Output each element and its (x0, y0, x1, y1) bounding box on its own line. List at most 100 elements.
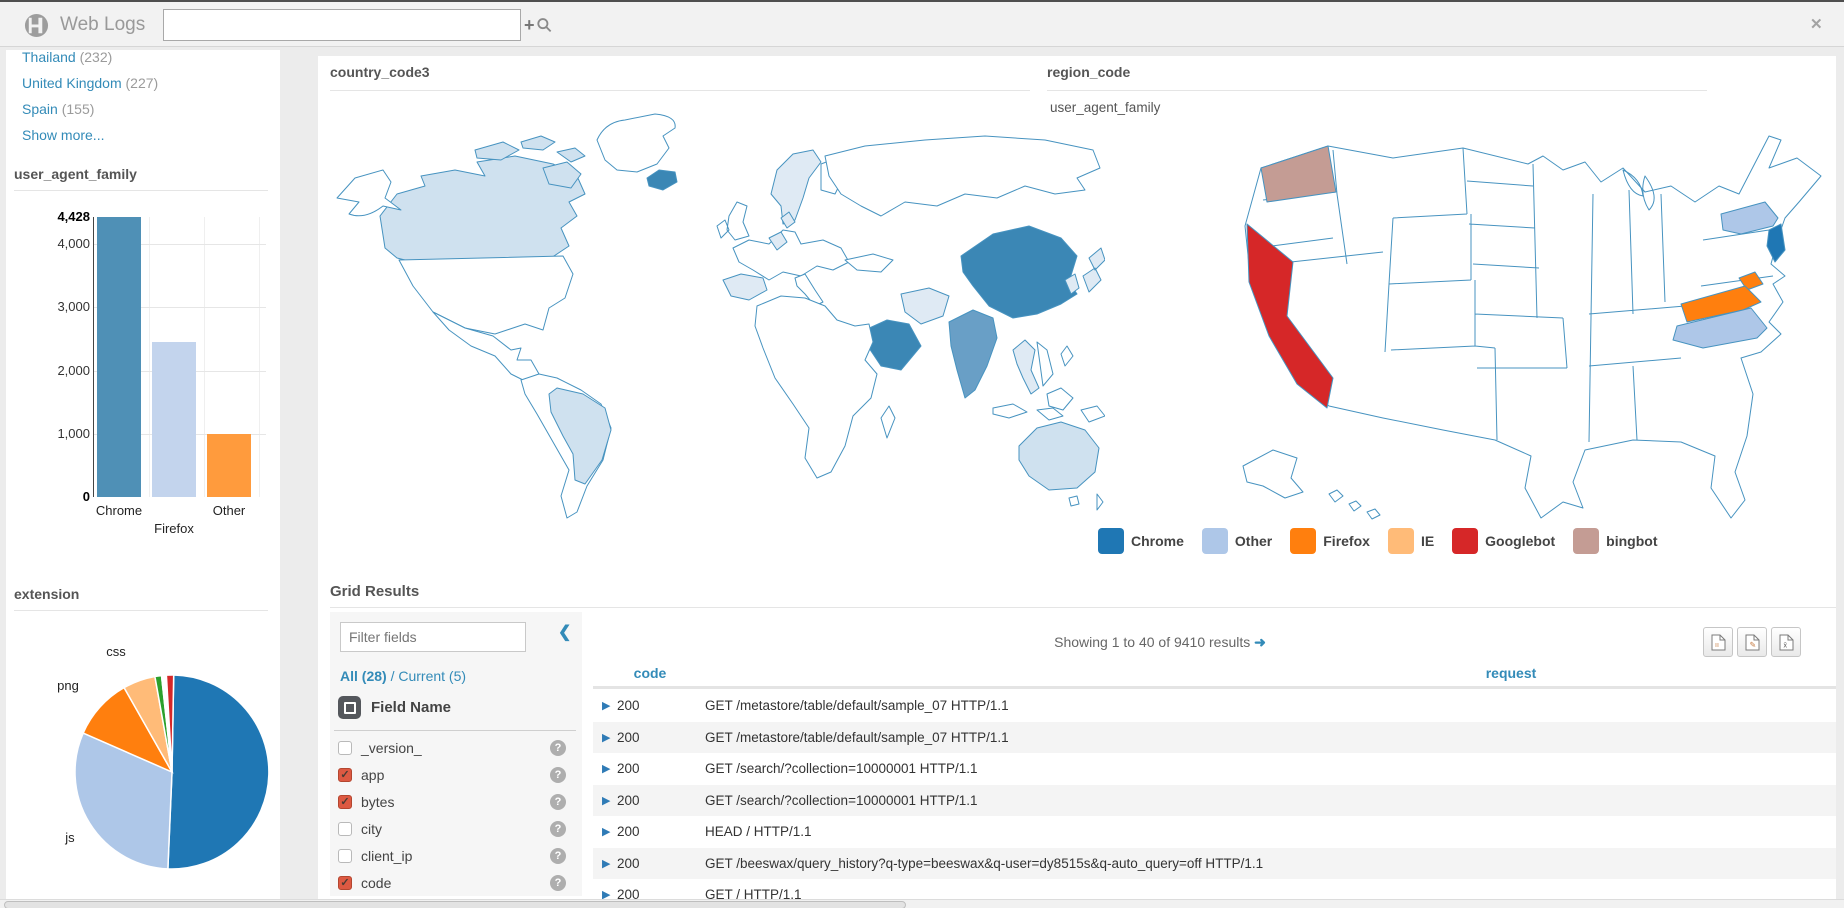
state-washington[interactable] (1261, 146, 1336, 202)
filter-fields-input[interactable] (340, 622, 526, 652)
state-hawaii-inset[interactable] (1329, 490, 1380, 519)
facet-count: (232) (80, 49, 113, 65)
country-philippines[interactable] (1061, 346, 1073, 366)
export-json-button[interactable]: ✎ (1737, 627, 1767, 657)
search-input[interactable] (163, 9, 521, 41)
facet-item[interactable]: Thailand (232) (22, 44, 262, 70)
topbar: Web Logs + ✕ (0, 0, 1844, 47)
legend-swatch (1573, 528, 1599, 554)
svg-text:✎: ✎ (1749, 640, 1756, 649)
expand-row-icon[interactable]: ▶ (602, 794, 612, 807)
pie-slice-s0[interactable] (168, 675, 269, 869)
facet-item[interactable]: Show more... (22, 122, 262, 148)
add-search-button[interactable]: + (518, 12, 558, 38)
facet-item[interactable]: Spain (155) (22, 96, 262, 122)
field-checkbox[interactable]: ✓ (338, 741, 352, 755)
country-madagascar[interactable] (881, 406, 895, 438)
export-xls-button[interactable]: x̄ (1771, 627, 1801, 657)
bar-Other[interactable] (207, 434, 251, 497)
column-header-code[interactable]: code (615, 665, 685, 681)
facet-link[interactable]: Spain (22, 101, 58, 117)
world-choropleth-map[interactable] (325, 98, 1105, 543)
field-checkbox[interactable]: ✓ (338, 849, 352, 863)
country-china[interactable] (961, 226, 1077, 318)
tab-all-fields[interactable]: All (28) (340, 668, 387, 684)
country-india[interactable] (949, 310, 997, 398)
table-row[interactable]: ▶ 200 GET /beeswax/query_history?q-type=… (593, 848, 1836, 880)
country-tasmania-nz[interactable] (1069, 494, 1103, 510)
expand-row-icon[interactable]: ▶ (602, 731, 612, 744)
export-csv-button[interactable]: ıı (1703, 627, 1733, 657)
country-iceland[interactable] (647, 170, 677, 190)
state-alaska-inset[interactable] (1243, 450, 1303, 498)
us-map-sublabel: user_agent_family (1050, 100, 1160, 115)
horizontal-scrollbar-thumb[interactable] (4, 901, 906, 908)
table-row[interactable]: ▶ 200 GET /search/?collection=10000001 H… (593, 785, 1836, 817)
country-uk[interactable] (717, 202, 749, 240)
field-name: code (361, 875, 391, 891)
legend-label: Firefox (1323, 533, 1370, 549)
help-icon[interactable]: ? (550, 875, 566, 891)
country-greenland[interactable] (597, 114, 675, 172)
country-thailand[interactable] (1013, 340, 1039, 394)
expand-row-icon[interactable]: ▶ (602, 699, 612, 712)
country-australia[interactable] (1019, 422, 1099, 490)
gridline (149, 217, 150, 497)
cell-request: GET /metastore/table/default/sample_07 H… (705, 698, 1009, 713)
collapse-panel-icon[interactable]: ❮ (558, 622, 571, 642)
country-spain[interactable] (723, 274, 767, 300)
pie-label-png: png (46, 678, 90, 693)
field-item: ✓ code ? (338, 869, 576, 896)
field-list: ✓ _version_ ? ✓ app ? ✓ bytes ? ✓ (338, 734, 576, 896)
country-indonesia[interactable] (993, 388, 1105, 422)
bar-Chrome[interactable] (97, 217, 141, 497)
us-choropleth-map[interactable] (1233, 106, 1833, 528)
expand-row-icon[interactable]: ▶ (602, 857, 612, 870)
facet-link[interactable]: Show more... (22, 127, 104, 143)
country-russia[interactable] (825, 136, 1100, 216)
country-saudi-arabia[interactable] (865, 320, 921, 370)
legend-item: Googlebot (1452, 528, 1555, 554)
help-icon[interactable]: ? (550, 794, 566, 810)
expand-row-icon[interactable]: ▶ (602, 762, 612, 775)
bar-Firefox[interactable] (152, 342, 196, 497)
horizontal-scrollbar (0, 899, 1844, 908)
help-icon[interactable]: ? (550, 821, 566, 837)
help-icon[interactable]: ? (550, 740, 566, 756)
close-icon[interactable]: ✕ (1810, 15, 1823, 33)
table-row[interactable]: ▶ 200 GET /metastore/table/default/sampl… (593, 690, 1836, 722)
user-agent-bar-chart[interactable]: 4,4284,0003,0002,0001,0000ChromeFirefoxO… (48, 205, 268, 535)
field-checkbox[interactable]: ✓ (338, 876, 352, 890)
help-icon[interactable]: ? (550, 767, 566, 783)
country-usa[interactable] (399, 256, 573, 334)
field-checkbox[interactable]: ✓ (338, 822, 352, 836)
facet-link[interactable]: Thailand (22, 49, 76, 65)
facet-count: (155) (62, 101, 95, 117)
cell-code: 200 (617, 793, 705, 808)
field-tabs: All (28) / Current (5) (340, 668, 466, 684)
facet-link[interactable]: United Kingdom (22, 75, 122, 91)
country-scandinavia[interactable] (771, 150, 821, 224)
field-checkbox[interactable]: ✓ (338, 795, 352, 809)
table-row[interactable]: ▶ 200 HEAD / HTTP/1.1 (593, 816, 1836, 848)
country-iran[interactable] (901, 288, 949, 324)
country-europe[interactable] (733, 230, 849, 280)
legend-label: Other (1235, 533, 1272, 549)
field-checkbox[interactable]: ✓ (338, 768, 352, 782)
select-all-checkbox[interactable] (338, 696, 361, 719)
hue-logo-icon[interactable] (24, 13, 49, 38)
country-africa[interactable] (755, 296, 877, 478)
table-row[interactable]: ▶ 200 GET /metastore/table/default/sampl… (593, 722, 1836, 754)
next-page-arrow-icon[interactable]: ➜ (1254, 634, 1266, 650)
extension-pie-chart[interactable] (60, 660, 284, 884)
cell-request: HEAD / HTTP/1.1 (705, 824, 812, 839)
tab-current-fields[interactable]: Current (5) (398, 668, 466, 684)
country-japan[interactable] (1083, 248, 1105, 292)
help-icon[interactable]: ? (550, 848, 566, 864)
facet-item[interactable]: United Kingdom (227) (22, 70, 262, 96)
table-row[interactable]: ▶ 200 GET /search/?collection=10000001 H… (593, 753, 1836, 785)
expand-row-icon[interactable]: ▶ (602, 825, 612, 838)
column-header-request[interactable]: request (1411, 665, 1611, 681)
country-turkey[interactable] (845, 254, 893, 272)
country-vietnam[interactable] (1037, 342, 1053, 386)
